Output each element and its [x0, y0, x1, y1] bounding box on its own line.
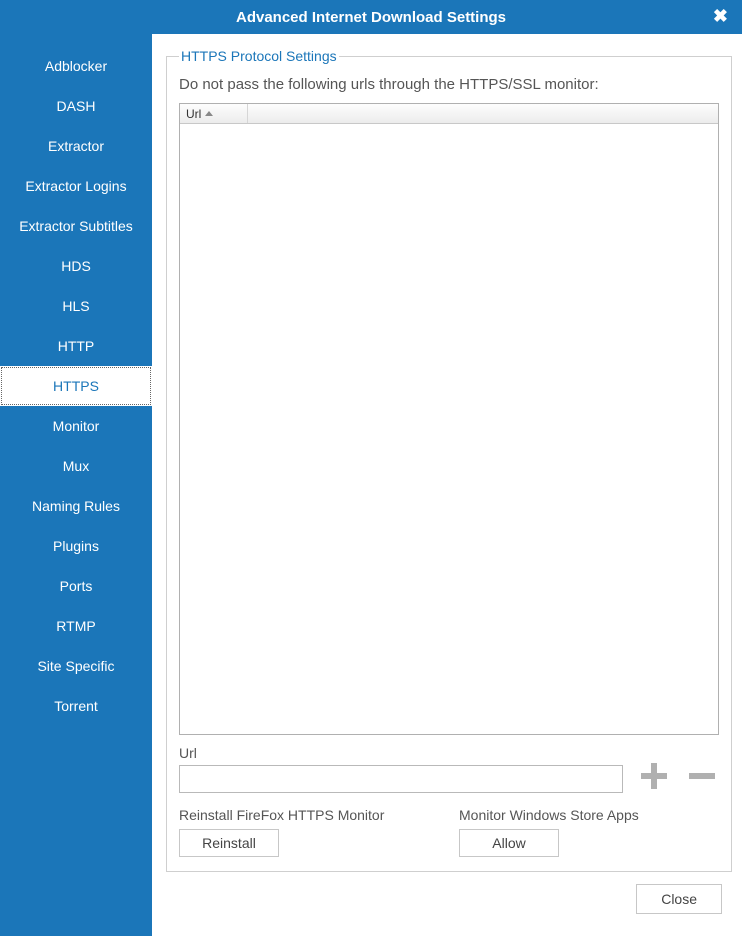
titlebar: Advanced Internet Download Settings ✖ — [0, 0, 742, 34]
group-description: Do not pass the following urls through t… — [179, 76, 719, 93]
url-table: Url — [179, 103, 719, 735]
sidebar-item-https[interactable]: HTTPS — [0, 366, 152, 406]
sidebar-item-naming-rules[interactable]: Naming Rules — [0, 486, 152, 526]
url-column-header[interactable]: Url — [180, 104, 248, 123]
reinstall-button[interactable]: Reinstall — [179, 829, 279, 857]
sidebar-item-torrent[interactable]: Torrent — [0, 686, 152, 726]
sort-ascending-icon — [205, 111, 213, 116]
sidebar-item-hls[interactable]: HLS — [0, 286, 152, 326]
sidebar-item-extractor-logins[interactable]: Extractor Logins — [0, 166, 152, 206]
url-table-header: Url — [180, 104, 718, 124]
url-input-row: Url — [179, 745, 719, 793]
sidebar-item-monitor[interactable]: Monitor — [0, 406, 152, 446]
sidebar-item-extractor[interactable]: Extractor — [0, 126, 152, 166]
plus-icon — [637, 759, 671, 793]
sidebar-item-rtmp[interactable]: RTMP — [0, 606, 152, 646]
sidebar-item-plugins[interactable]: Plugins — [0, 526, 152, 566]
reinstall-block: Reinstall FireFox HTTPS Monitor Reinstal… — [179, 807, 439, 857]
url-input[interactable] — [179, 765, 623, 793]
url-input-label: Url — [179, 745, 623, 761]
https-protocol-settings-group: HTTPS Protocol Settings Do not pass the … — [166, 48, 732, 872]
reinstall-label: Reinstall FireFox HTTPS Monitor — [179, 807, 439, 823]
window-title: Advanced Internet Download Settings — [236, 9, 506, 26]
sidebar-item-extractor-subtitles[interactable]: Extractor Subtitles — [0, 206, 152, 246]
sidebar-item-dash[interactable]: DASH — [0, 86, 152, 126]
body-area: Adblocker DASH Extractor Extractor Login… — [0, 34, 742, 936]
sidebar-item-adblocker[interactable]: Adblocker — [0, 46, 152, 86]
add-url-button[interactable] — [637, 759, 671, 793]
url-column-spacer — [248, 104, 718, 123]
sidebar-item-http[interactable]: HTTP — [0, 326, 152, 366]
sidebar-item-mux[interactable]: Mux — [0, 446, 152, 486]
remove-url-button[interactable] — [685, 759, 719, 793]
main-panel: HTTPS Protocol Settings Do not pass the … — [152, 34, 742, 936]
sidebar-item-hds[interactable]: HDS — [0, 246, 152, 286]
footer: Close — [166, 872, 732, 926]
minus-icon — [685, 759, 719, 793]
allow-block: Monitor Windows Store Apps Allow — [459, 807, 719, 857]
allow-button[interactable]: Allow — [459, 829, 559, 857]
url-input-block: Url — [179, 745, 623, 793]
sidebar-item-site-specific[interactable]: Site Specific — [0, 646, 152, 686]
allow-label: Monitor Windows Store Apps — [459, 807, 719, 823]
close-button[interactable]: Close — [636, 884, 722, 914]
group-legend: HTTPS Protocol Settings — [179, 48, 339, 64]
close-icon[interactable]: ✖ — [713, 6, 728, 27]
url-column-label: Url — [186, 107, 201, 121]
url-table-body[interactable] — [180, 124, 718, 734]
sidebar-item-ports[interactable]: Ports — [0, 566, 152, 606]
sidebar: Adblocker DASH Extractor Extractor Login… — [0, 34, 152, 936]
bottom-row: Reinstall FireFox HTTPS Monitor Reinstal… — [179, 807, 719, 857]
